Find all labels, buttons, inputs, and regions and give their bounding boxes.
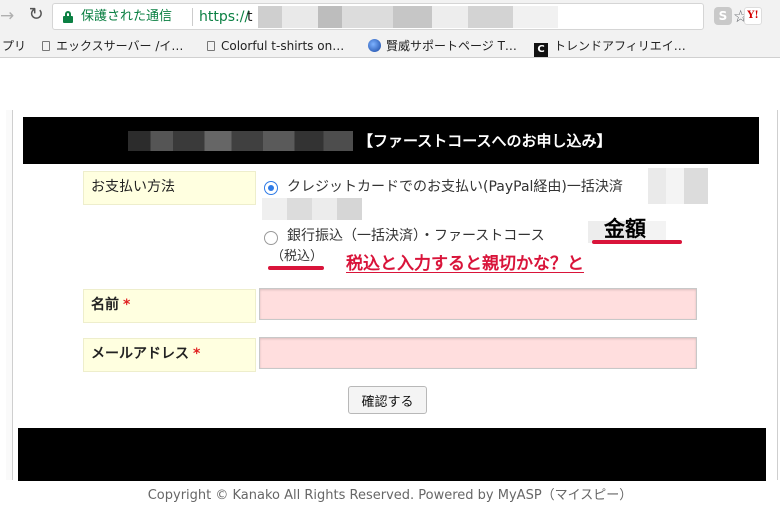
extension-yahoo-icon[interactable]: Y!: [744, 7, 762, 25]
header-redaction: [128, 131, 353, 151]
url-scheme: https://: [199, 9, 250, 25]
redacted-amount: [648, 168, 708, 204]
email-label: メールアドレス *: [83, 338, 256, 372]
annotation-underline: [592, 240, 682, 244]
redacted-amount: [262, 198, 362, 220]
name-label-text: 名前: [91, 297, 119, 313]
name-label: 名前 *: [83, 289, 256, 323]
extension-s-icon[interactable]: S: [714, 7, 732, 25]
bookmark-label: トレンドアフィリエイ…: [554, 39, 686, 53]
bookmark-label: Colorful t-shirts on…: [221, 39, 345, 53]
required-mark: *: [123, 297, 131, 313]
required-mark: *: [193, 346, 201, 362]
payment-option-bank-radio[interactable]: [264, 231, 278, 245]
bookmark-keni-support[interactable]: 賢威サポートページ T…: [368, 34, 517, 58]
globe-icon: [368, 39, 381, 52]
bookmarks-bar: プリ エックスサーバー /イ… Colorful t-shirts on… 賢威…: [0, 34, 780, 58]
url-redaction: [258, 6, 558, 28]
bookmark-label: プリ: [2, 39, 27, 53]
address-bar[interactable]: 保護された通信 https:// t ☆: [52, 3, 748, 30]
omnibox-divider: [192, 8, 193, 26]
bookmark-colorful-tshirts[interactable]: Colorful t-shirts on…: [207, 34, 344, 58]
confirm-button[interactable]: 確認する: [348, 386, 427, 414]
bookmark-label: 賢威サポートページ T…: [386, 39, 517, 53]
email-input[interactable]: [259, 337, 697, 369]
payment-option-credit-label[interactable]: クレジットカードでのお支払い(PayPal経由)一括決済: [287, 177, 623, 197]
c-logo-icon: C: [534, 43, 548, 57]
bookmark-trend-affiliate[interactable]: C トレンドアフィリエイ…: [534, 34, 686, 58]
page-title: 【ファーストコースへのお申し込み】: [358, 132, 612, 150]
payment-option-credit-radio[interactable]: [264, 181, 278, 195]
page-footer: [18, 428, 766, 481]
page-icon: [207, 41, 215, 51]
forward-arrow-icon[interactable]: →: [0, 6, 14, 26]
browser-toolbar: → ↻ 保護された通信 https:// t ☆ S Y!: [0, 0, 780, 34]
email-label-text: メールアドレス: [91, 346, 189, 362]
annotation-underline: [268, 266, 324, 270]
url-host: t: [247, 9, 253, 25]
lock-icon: [63, 11, 73, 23]
payment-method-label: お支払い方法: [83, 171, 256, 205]
name-input[interactable]: [259, 288, 697, 320]
bookmark-apps[interactable]: プリ: [2, 34, 26, 58]
tax-included-note: （税込）: [271, 249, 324, 264]
annotation-comment: 税込と入力すると親切かな？と: [346, 254, 584, 274]
payment-option-bank-label[interactable]: 銀行振込（一括決済）・ファーストコース: [287, 226, 545, 246]
bookmark-label: エックスサーバー /イ…: [56, 39, 184, 53]
copyright-text: Copyright © Kanako All Rights Reserved. …: [147, 488, 633, 503]
page-icon: [42, 41, 50, 51]
bookmark-xserver[interactable]: エックスサーバー /イ…: [42, 34, 183, 58]
secure-connection-label: 保護された通信: [81, 9, 173, 24]
reload-icon[interactable]: ↻: [26, 5, 46, 25]
